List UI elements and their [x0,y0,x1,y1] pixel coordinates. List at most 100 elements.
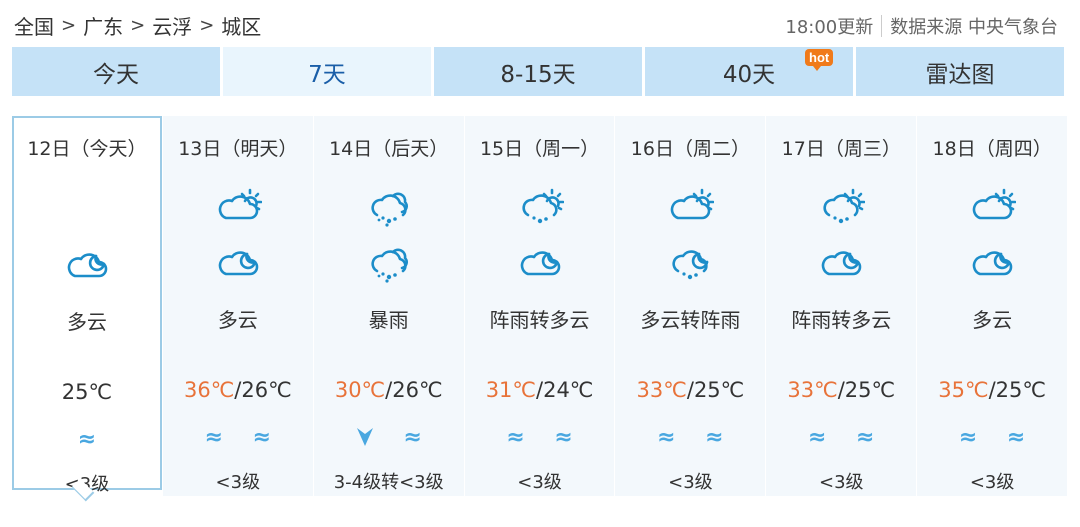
cloudy-night-icon [63,242,111,282]
rainstorm-icon [365,240,413,283]
weather-description: 多云 [66,310,107,334]
temperature: 33℃/25℃ [766,378,916,402]
wind-level: <3级 [64,474,110,495]
data-source-label: 数据来源 中央气象台 [890,17,1058,38]
update-time: 18:00更新 [785,17,874,38]
high-temp: 36℃ [183,378,235,402]
day-date: 18日（周四） [932,138,1052,160]
wind-wave-icon: ≈ [808,425,827,450]
wind-level: <3级 [818,472,864,493]
tab-8-15-days[interactable]: 8-15天 [434,47,645,96]
weather-description: 多云 [217,308,258,332]
wind-wave-icon: ≈ [506,425,525,450]
wind-wave-icon: ≈ [252,425,272,450]
wind-direction-icons: ≈ ≈ [766,426,916,450]
wind-wave-icon: ≈ [403,425,422,450]
wind-wave-icon: ≈ [657,425,676,450]
forecast-tabs: 今天 7天 8-15天 40天 hot 雷达图 [12,47,1064,96]
wind-level: 3-4级转<3级 [333,472,444,493]
wind-wave-icon: ≈ [554,425,573,450]
wind-wave-icon: ≈ [705,425,724,450]
shower-day-icon [516,184,564,224]
weather-description: 暴雨 [368,308,409,332]
cloudy-night-icon [214,240,262,280]
low-temp: 26℃ [241,378,292,402]
data-source-info: 18:00更新 数据来源 中央气象台 [785,13,1058,39]
temperature: 36℃/26℃ [163,378,313,402]
divider [881,15,883,37]
tab-label: 雷达图 [925,61,995,88]
breadcrumb-item-province[interactable]: 广东 [83,11,123,40]
tab-radar[interactable]: 雷达图 [856,47,1064,96]
top-bar: 全国 > 广东 > 云浮 > 城区 18:00更新 数据来源 中央气象台 [0,0,1080,46]
wind-level: <3级 [969,472,1015,493]
breadcrumb-separator: > [130,15,146,36]
day-column-2[interactable]: 13日（明天） 多云 36℃/26℃ ≈ ≈ <3级 [162,116,313,496]
wind-direction-icons: ≈ ≈ [917,426,1067,450]
breadcrumb-item-district: 城区 [221,15,262,39]
low-temp: 25℃ [61,380,113,404]
day-column-6[interactable]: 17日（周三） 阵雨转多云 33℃/25℃ ≈ ≈ <3级 [766,116,917,496]
breadcrumb-item-country[interactable]: 全国 [14,11,54,40]
temperature: 25℃ [14,380,160,404]
day-column-4[interactable]: 15日（周一） 阵雨转多云 31℃/24℃ ≈ ≈ <3级 [464,116,615,496]
breadcrumb-item-city[interactable]: 云浮 [152,11,192,40]
wind-wave-icon: ≈ [1006,425,1026,450]
cloudy-night-icon [817,240,865,280]
low-temp: 24℃ [543,378,594,402]
rainstorm-icon [365,184,413,227]
low-temp: 25℃ [844,378,896,402]
cloudy-day-icon [666,184,715,224]
tab-label: 8-15天 [500,61,576,88]
weather-description: 阵雨转多云 [489,308,590,332]
cloudy-night-icon [968,240,1016,280]
wind-direction-icons: ≈ ≈ [163,426,313,450]
high-temp: 33℃ [787,378,838,402]
wind-level: <3级 [215,472,261,493]
high-temp: 31℃ [485,378,536,402]
day-column-5[interactable]: 16日（周二） 多云转阵雨 33℃/25℃ ≈ ≈ <3级 [615,116,766,496]
wind-direction-icons: ≈ ≈ [615,426,765,450]
wind-wave-icon: ≈ [958,425,978,450]
weather-description: 多云转阵雨 [640,308,741,332]
wind-level: <3级 [517,472,562,493]
tab-7-days[interactable]: 7天 [223,47,434,96]
wind-wave-icon: ≈ [856,425,875,450]
day-date: 17日（周三） [781,138,901,160]
weather-description: 多云 [972,308,1013,332]
day-column-1[interactable]: 12日（今天） 多云 25℃ ≈ <3级 [12,116,162,495]
wind-direction-icons: ≈ [314,426,464,455]
day-date: 14日（后天） [329,138,449,160]
temperature: 33℃/25℃ [615,378,765,402]
breadcrumb: 全国 > 广东 > 云浮 > 城区 [14,11,261,40]
tab-today[interactable]: 今天 [12,47,223,96]
wind-direction-icons: ≈ [14,428,160,452]
seven-day-forecast: 12日（今天） 多云 25℃ ≈ <3级 13日（明天） 多云 36℃/26℃ … [12,116,1068,516]
day-date: 15日（周一） [479,138,600,160]
wind-wave-icon: ≈ [204,425,224,450]
cloudy-night-icon [516,240,564,280]
temp-separator: / [686,378,694,402]
wind-level: <3级 [668,472,713,493]
high-temp: 33℃ [636,378,687,402]
breadcrumb-separator: > [199,15,215,36]
temp-separator: / [988,378,996,402]
tab-label: 7天 [308,61,346,88]
tab-label: 今天 [93,61,139,88]
day-column-7[interactable]: 18日（周四） 多云 35℃/25℃ ≈ ≈ <3级 [917,116,1068,496]
day-column-3[interactable]: 14日（后天） 暴雨 30℃/26℃ ≈ 3-4级转<3级 [313,116,464,496]
high-temp: 30℃ [334,378,386,402]
cloudy-day-icon [968,184,1017,224]
tab-40-days[interactable]: 40天 hot [645,47,856,96]
high-temp: 35℃ [938,378,989,402]
shower-night-icon [666,240,714,280]
hot-badge: hot [805,49,834,71]
cloudy-day-icon [214,184,263,224]
day-date: 16日（周二） [630,138,750,160]
tab-label: 40天 [722,61,776,88]
low-temp: 25℃ [995,378,1046,402]
temperature: 31℃/24℃ [465,378,615,402]
temperature: 30℃/26℃ [314,378,464,402]
shower-day-icon [817,184,866,224]
day-date: 13日（明天） [178,138,298,160]
